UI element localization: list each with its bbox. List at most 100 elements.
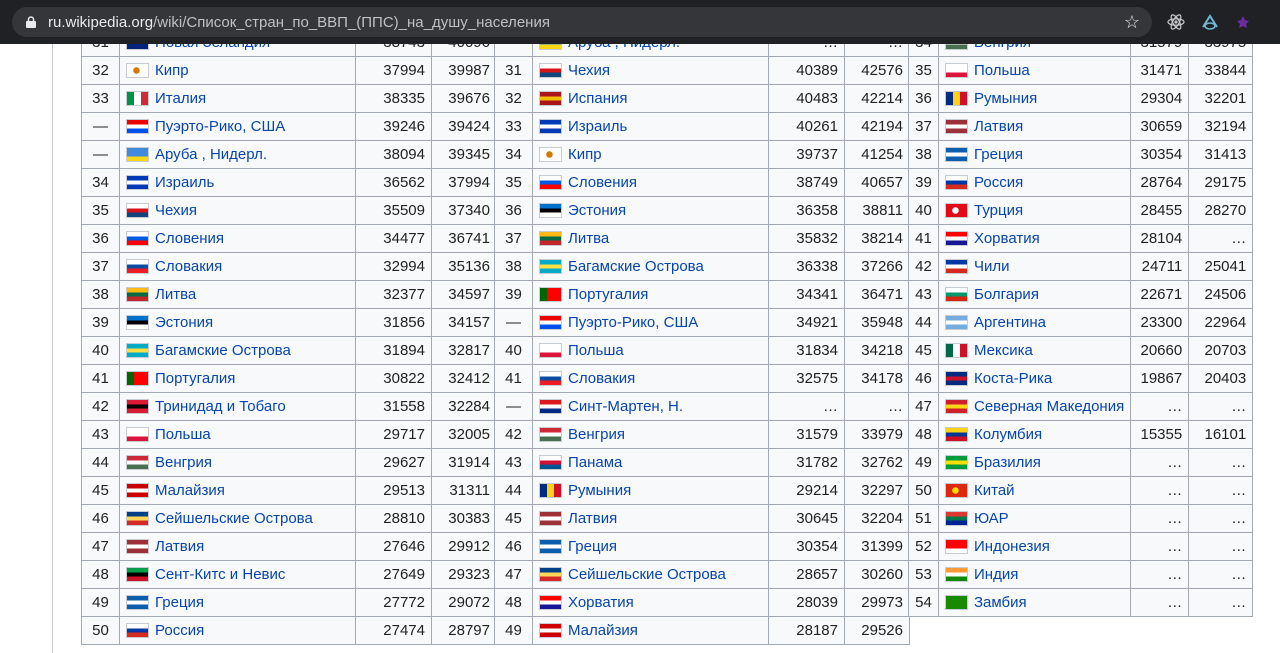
flag-icon[interactable] xyxy=(539,427,562,442)
flag-icon[interactable] xyxy=(126,44,149,50)
flag-icon[interactable] xyxy=(126,399,149,414)
flag-icon[interactable] xyxy=(126,231,149,246)
flag-icon[interactable] xyxy=(539,399,562,414)
flag-icon[interactable] xyxy=(126,147,149,162)
flag-icon[interactable] xyxy=(945,287,968,302)
country-link[interactable]: Сейшельские Острова xyxy=(155,510,313,527)
flag-icon[interactable] xyxy=(126,539,149,554)
flag-icon[interactable] xyxy=(126,259,149,274)
country-link[interactable]: Мексика xyxy=(974,342,1033,359)
country-link[interactable]: Литва xyxy=(568,230,609,247)
country-link[interactable]: Венгрия xyxy=(155,454,212,471)
country-link[interactable]: Индонезия xyxy=(974,538,1050,555)
extension-icon[interactable] xyxy=(1200,12,1220,32)
country-link[interactable]: Аргентина xyxy=(974,314,1046,331)
flag-icon[interactable] xyxy=(945,371,968,386)
flag-icon[interactable] xyxy=(539,231,562,246)
flag-icon[interactable] xyxy=(539,595,562,610)
country-link[interactable]: Россия xyxy=(974,174,1023,191)
react-devtools-icon[interactable] xyxy=(1166,12,1186,32)
flag-icon[interactable] xyxy=(539,91,562,106)
country-link[interactable]: Сейшельские Острова xyxy=(568,566,726,583)
country-link[interactable]: Багамские Острова xyxy=(568,258,704,275)
country-link[interactable]: Малайзия xyxy=(568,622,638,639)
country-link[interactable]: Китай xyxy=(974,482,1015,499)
flag-icon[interactable] xyxy=(126,455,149,470)
country-link[interactable]: Панама xyxy=(568,454,622,471)
flag-icon[interactable] xyxy=(539,567,562,582)
country-link[interactable]: Аруба , Нидерл. xyxy=(568,44,680,51)
country-link[interactable]: Израиль xyxy=(155,174,214,191)
flag-icon[interactable] xyxy=(945,259,968,274)
flag-icon[interactable] xyxy=(539,259,562,274)
flag-icon[interactable] xyxy=(539,371,562,386)
flag-icon[interactable] xyxy=(126,343,149,358)
flag-icon[interactable] xyxy=(945,539,968,554)
country-link[interactable]: Багамские Острова xyxy=(155,342,291,359)
country-link[interactable]: Индия xyxy=(974,566,1018,583)
country-link[interactable]: Латвия xyxy=(974,118,1023,135)
flag-icon[interactable] xyxy=(539,147,562,162)
country-link[interactable]: Израиль xyxy=(568,118,627,135)
flag-icon[interactable] xyxy=(539,287,562,302)
flag-icon[interactable] xyxy=(539,119,562,134)
flag-icon[interactable] xyxy=(126,623,149,638)
country-link[interactable]: Португалия xyxy=(155,370,235,387)
country-link[interactable]: Синт-Мартен, Н. xyxy=(568,398,683,415)
country-link[interactable]: Аруба , Нидерл. xyxy=(155,146,267,163)
country-link[interactable]: Чили xyxy=(974,258,1010,275)
flag-icon[interactable] xyxy=(945,147,968,162)
country-link[interactable]: Венгрия xyxy=(974,44,1031,51)
country-link[interactable]: Северная Македония xyxy=(974,398,1124,415)
country-link[interactable]: Польша xyxy=(974,62,1030,79)
country-link[interactable]: Словакия xyxy=(155,258,222,275)
country-link[interactable]: ЮАР xyxy=(974,510,1009,527)
flag-icon[interactable] xyxy=(126,119,149,134)
flag-icon[interactable] xyxy=(126,511,149,526)
country-link[interactable]: Румыния xyxy=(568,482,631,499)
flag-icon[interactable] xyxy=(539,539,562,554)
flag-icon[interactable] xyxy=(126,175,149,190)
flag-icon[interactable] xyxy=(539,63,562,78)
country-link[interactable]: Кипр xyxy=(155,62,189,79)
country-link[interactable]: Латвия xyxy=(568,510,617,527)
ghostery-icon[interactable] xyxy=(1233,12,1253,32)
flag-icon[interactable] xyxy=(126,371,149,386)
country-link[interactable]: Сент-Китс и Невис xyxy=(155,566,285,583)
country-link[interactable]: Португалия xyxy=(568,286,648,303)
country-link[interactable]: Тринидад и Тобаго xyxy=(155,398,286,415)
bookmark-star-icon[interactable]: ☆ xyxy=(1124,12,1140,32)
flag-icon[interactable] xyxy=(945,203,968,218)
flag-icon[interactable] xyxy=(945,91,968,106)
country-link[interactable]: Польша xyxy=(155,426,211,443)
country-link[interactable]: Болгария xyxy=(974,286,1039,303)
flag-icon[interactable] xyxy=(539,455,562,470)
flag-icon[interactable] xyxy=(945,231,968,246)
flag-icon[interactable] xyxy=(539,203,562,218)
flag-icon[interactable] xyxy=(126,427,149,442)
flag-icon[interactable] xyxy=(539,511,562,526)
flag-icon[interactable] xyxy=(945,567,968,582)
country-link[interactable]: Эстония xyxy=(568,202,626,219)
flag-icon[interactable] xyxy=(945,343,968,358)
flag-icon[interactable] xyxy=(126,315,149,330)
country-link[interactable]: Эстония xyxy=(155,314,213,331)
country-link[interactable]: Греция xyxy=(568,538,617,555)
flag-icon[interactable] xyxy=(539,44,562,50)
country-link[interactable]: Греция xyxy=(155,594,204,611)
flag-icon[interactable] xyxy=(126,567,149,582)
country-link[interactable]: Новая Зеландия xyxy=(155,44,270,51)
flag-icon[interactable] xyxy=(539,483,562,498)
country-link[interactable]: Латвия xyxy=(155,538,204,555)
lock-icon[interactable] xyxy=(24,15,38,29)
country-link[interactable]: Испания xyxy=(568,90,628,107)
country-link[interactable]: Пуэрто-Рико, США xyxy=(568,314,698,331)
country-link[interactable]: Турция xyxy=(974,202,1023,219)
country-link[interactable]: Колумбия xyxy=(974,426,1042,443)
country-link[interactable]: Чехия xyxy=(155,202,197,219)
country-link[interactable]: Россия xyxy=(155,622,204,639)
country-link[interactable]: Коста-Рика xyxy=(974,370,1052,387)
flag-icon[interactable] xyxy=(945,175,968,190)
address-bar[interactable]: ru.wikipedia.org/wiki/Список_стран_по_ВВ… xyxy=(12,7,1152,37)
flag-icon[interactable] xyxy=(126,595,149,610)
